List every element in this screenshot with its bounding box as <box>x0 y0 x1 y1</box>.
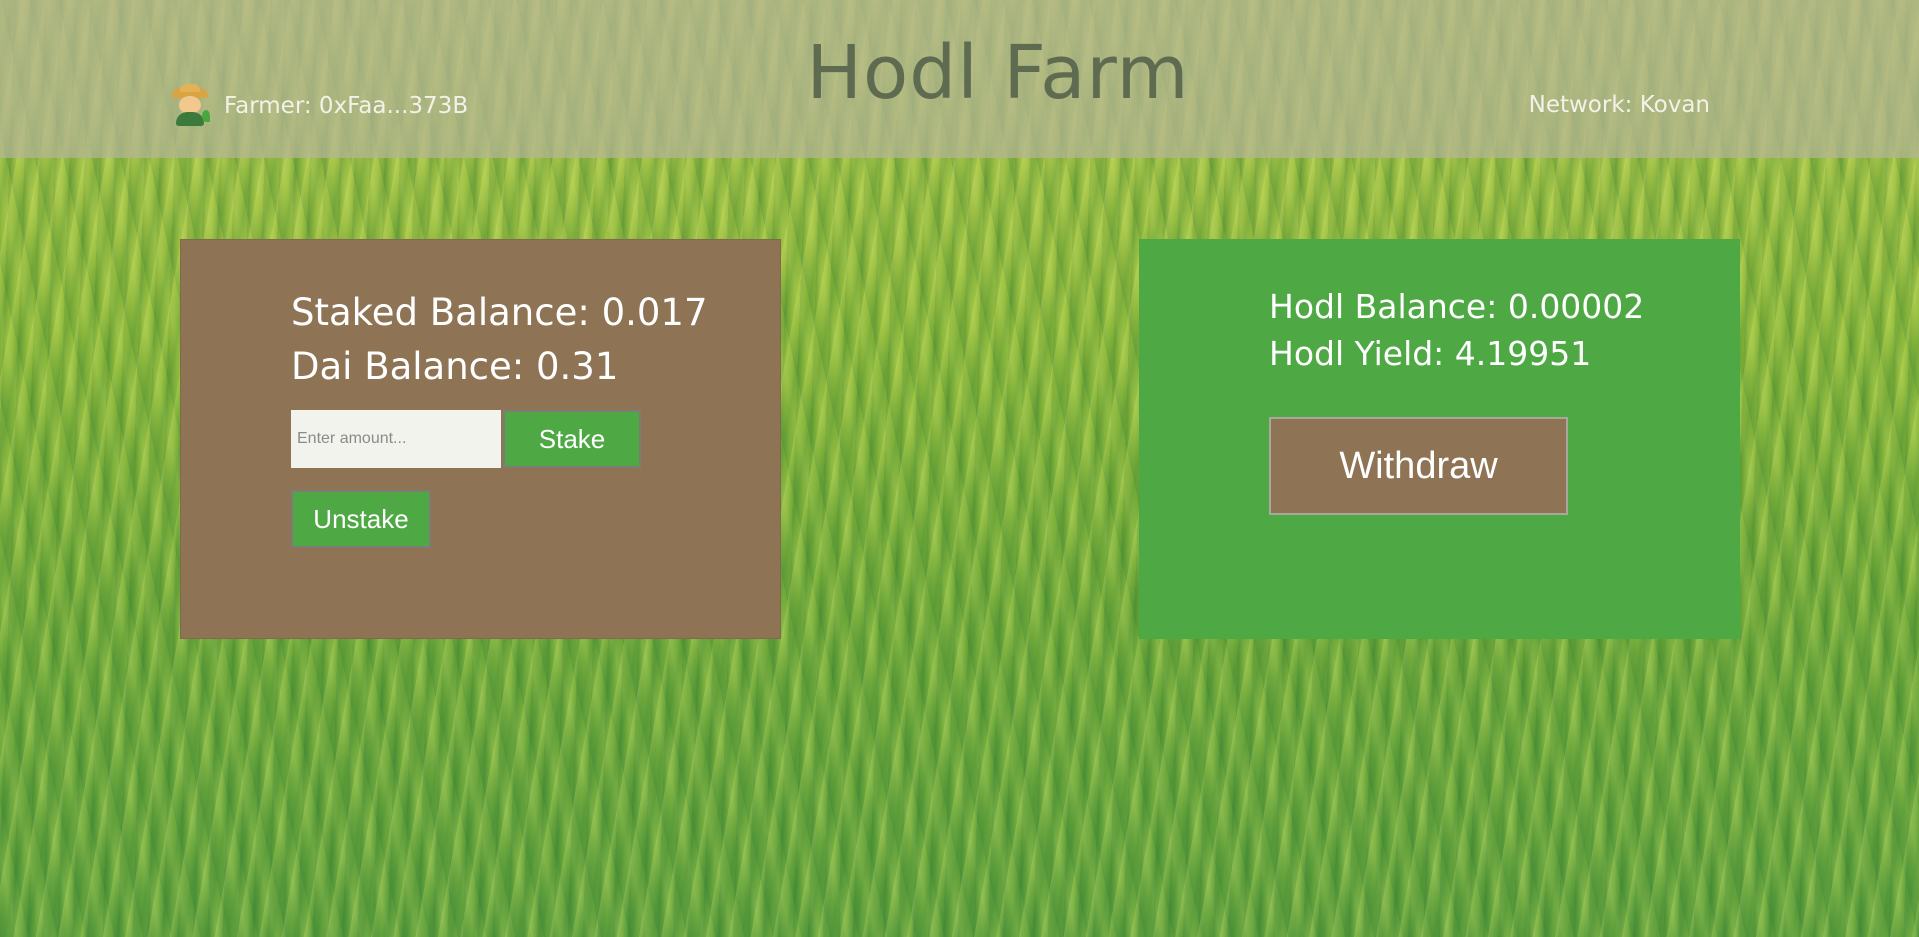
network-label: Network: Kovan <box>1528 92 1710 118</box>
dai-balance: Dai Balance: 0.31 <box>291 345 619 388</box>
hodl-balance: Hodl Balance: 0.00002 <box>1269 287 1645 326</box>
hodl-yield: Hodl Yield: 4.19951 <box>1269 334 1592 373</box>
unstake-button[interactable]: Unstake <box>291 490 431 548</box>
yield-card: Hodl Balance: 0.00002 Hodl Yield: 4.1995… <box>1139 239 1740 639</box>
header-bar: Farmer: 0xFaa...373B Hodl Farm Network: … <box>0 0 1919 158</box>
staked-balance: Staked Balance: 0.017 <box>291 291 708 334</box>
amount-input[interactable] <box>291 410 501 468</box>
stake-card: Staked Balance: 0.017 Dai Balance: 0.31 … <box>180 239 781 639</box>
stake-card-content: Staked Balance: 0.017 Dai Balance: 0.31 … <box>291 286 708 548</box>
stake-button[interactable]: Stake <box>503 410 641 468</box>
withdraw-button[interactable]: Withdraw <box>1269 417 1568 515</box>
yield-card-content: Hodl Balance: 0.00002 Hodl Yield: 4.1995… <box>1269 283 1644 515</box>
stake-row: Stake <box>291 410 708 468</box>
